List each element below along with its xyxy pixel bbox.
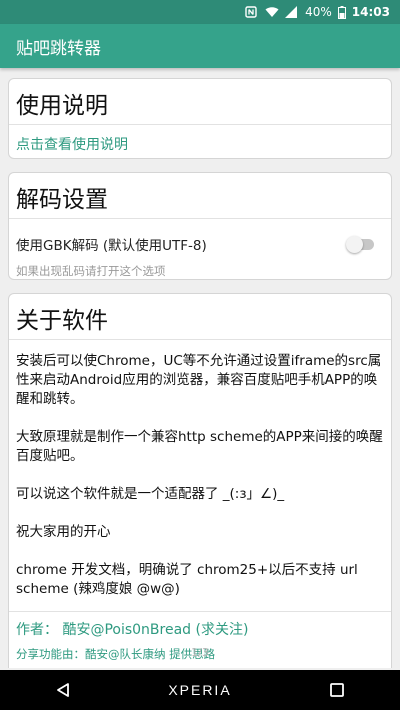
battery-icon <box>337 6 346 19</box>
app-title: 贴吧跳转器 <box>16 38 101 59</box>
gbk-label: 使用GBK解码 (默认使用UTF-8) <box>16 238 207 254</box>
content-scroll[interactable]: 使用说明 点击查看使用说明 解码设置 使用GBK解码 (默认使用UTF-8) 如… <box>0 68 400 668</box>
about-card: 关于软件 安装后可以使Chrome，UC等不允许通过设置iframe的src属性… <box>8 293 392 668</box>
clock: 14:03 <box>351 5 390 19</box>
author-link[interactable]: 作者： 酷安@Pois0nBread (求关注) <box>16 620 384 640</box>
switch-thumb <box>346 236 363 253</box>
recents-icon[interactable] <box>317 670 357 710</box>
usage-link[interactable]: 点击查看使用说明 <box>9 125 391 165</box>
usage-title: 使用说明 <box>9 79 391 125</box>
gbk-hint: 如果出现乱码请打开这个选项 <box>16 264 166 278</box>
back-icon[interactable] <box>43 670 83 710</box>
signal-icon <box>285 6 299 18</box>
about-title: 关于软件 <box>9 294 391 340</box>
app-bar: 贴吧跳转器 <box>0 24 400 68</box>
nfc-icon <box>245 6 259 18</box>
about-paragraph: 祝大家用的开心 <box>16 524 111 540</box>
page-indicator: 1/3 <box>191 646 209 659</box>
about-paragraph: 可以说这个软件就是一个适配器了 _(:з」∠)_ <box>16 486 285 502</box>
wifi-icon <box>265 6 279 18</box>
about-paragraph: 大致原理就是制作一个兼容http scheme的APP来间接的唤醒百度贴吧。 <box>16 429 383 464</box>
gbk-setting-row[interactable]: 使用GBK解码 (默认使用UTF-8) <box>9 219 391 257</box>
battery-percent: 40% <box>305 5 332 19</box>
nav-bar: XPERIA <box>0 670 400 710</box>
usage-card: 使用说明 点击查看使用说明 <box>8 78 392 159</box>
about-paragraph: 安装后可以使Chrome，UC等不允许通过设置iframe的src属性来启动An… <box>16 353 382 407</box>
decode-card: 解码设置 使用GBK解码 (默认使用UTF-8) 如果出现乱码请打开这个选项 <box>8 172 392 280</box>
about-paragraph: chrome 开发文档，明确说了 chrom25+以后不支持 url schem… <box>16 562 358 597</box>
about-body: 安装后可以使Chrome，UC等不允许通过设置iframe的src属性来启动An… <box>9 340 391 599</box>
decode-title: 解码设置 <box>9 173 391 219</box>
brand-logo: XPERIA <box>168 682 232 698</box>
status-bar: 40% 14:03 <box>0 0 400 24</box>
gbk-switch[interactable] <box>346 236 376 253</box>
